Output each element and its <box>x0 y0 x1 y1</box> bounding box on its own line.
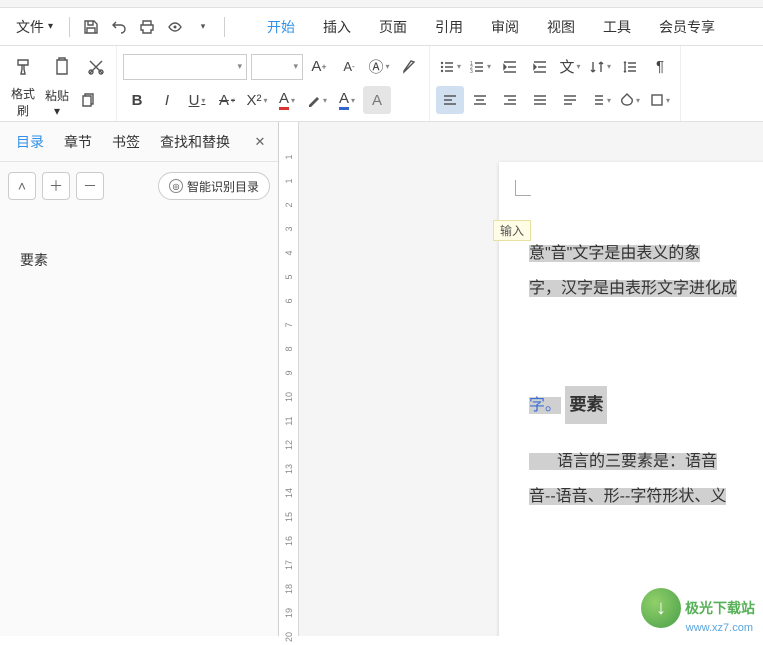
vertical-ruler: 11234567891011121314151617181920 <box>279 122 299 636</box>
paragraph-mark-icon[interactable]: ¶ <box>646 53 674 81</box>
tab-review[interactable]: 审阅 <box>477 9 533 45</box>
copy-icon[interactable] <box>74 87 102 115</box>
paste-label: 粘贴▾ <box>42 87 72 118</box>
tab-member[interactable]: 会员专享 <box>645 9 729 45</box>
text-span: 语言的三要素是：语音 <box>529 453 717 470</box>
font-family-select[interactable]: ▾ <box>123 54 247 80</box>
distribute-icon[interactable] <box>556 86 584 114</box>
increase-font-icon[interactable]: A+ <box>305 53 333 81</box>
heading: 要素 <box>565 386 607 423</box>
remove-icon[interactable]: － <box>76 172 104 200</box>
watermark-url: www.xz7.com <box>686 622 753 634</box>
page-corner-mark <box>515 180 531 196</box>
cut-icon[interactable] <box>82 53 110 81</box>
preview-icon[interactable] <box>162 14 188 40</box>
tab-tools[interactable]: 工具 <box>589 9 645 45</box>
text-direction-icon[interactable]: 文▾ <box>556 53 584 81</box>
superscript-icon[interactable]: X²▾ <box>243 86 271 114</box>
chevron-down-icon[interactable]: ▾ <box>190 14 216 40</box>
sidebar-tab-bookmark[interactable]: 书签 <box>102 126 150 158</box>
undo-icon[interactable] <box>106 14 132 40</box>
format-painter-label: 格式刷 <box>6 85 40 119</box>
clear-format-icon[interactable] <box>395 53 423 81</box>
align-left-icon[interactable] <box>436 86 464 114</box>
borders-icon[interactable]: ▾ <box>646 86 674 114</box>
target-icon: ◎ <box>169 179 183 193</box>
smart-recognize-label: 智能识别目录 <box>187 178 259 195</box>
document-page: 输入 意"音"文字是由表义的象 字，汉字是由表形文字进化成 字。 要素 语言的三… <box>499 162 763 636</box>
numbering-icon[interactable]: 123▾ <box>466 53 494 81</box>
separator <box>224 17 225 37</box>
svg-text:3: 3 <box>470 69 473 75</box>
text-span: 字。 <box>529 397 561 414</box>
font-box-icon[interactable]: A <box>363 86 391 114</box>
strikethrough-icon[interactable]: A▾ <box>213 86 241 114</box>
outline-item[interactable]: 要素 <box>20 250 258 270</box>
sidebar-tab-outline[interactable]: 目录 <box>6 126 54 158</box>
bullets-icon[interactable]: ▾ <box>436 53 464 81</box>
line-spacing-icon[interactable] <box>616 53 644 81</box>
highlight-icon[interactable]: ▾ <box>303 86 331 114</box>
tab-page[interactable]: 页面 <box>365 9 421 45</box>
align-center-icon[interactable] <box>466 86 494 114</box>
underline-icon[interactable]: U▾ <box>183 86 211 114</box>
line-height-icon[interactable]: ▾ <box>586 86 614 114</box>
sidebar-tab-find[interactable]: 查找和替换 <box>150 126 240 158</box>
tab-insert[interactable]: 插入 <box>309 9 365 45</box>
shading-icon[interactable]: ▾ <box>616 86 644 114</box>
text-color-icon[interactable]: A▾ <box>333 86 361 114</box>
font-size-select[interactable]: ▾ <box>251 54 303 80</box>
indent-icon[interactable] <box>526 53 554 81</box>
font-color-icon[interactable]: A▾ <box>273 86 301 114</box>
tab-reference[interactable]: 引用 <box>421 9 477 45</box>
change-case-icon[interactable]: Ⓐ▾ <box>365 53 393 81</box>
tab-start[interactable]: 开始 <box>253 9 309 45</box>
add-icon[interactable]: ＋ <box>42 172 70 200</box>
collapse-icon[interactable]: ˄ <box>8 172 36 200</box>
smart-recognize-button[interactable]: ◎ 智能识别目录 <box>158 172 270 200</box>
align-justify-icon[interactable] <box>526 86 554 114</box>
chevron-down-icon: ▾ <box>48 21 53 32</box>
document-body[interactable]: 意"音"文字是由表义的象 字，汉字是由表形文字进化成 字。 要素 语言的三要素是… <box>529 236 763 514</box>
ime-hint: 输入 <box>493 220 531 241</box>
italic-icon[interactable]: I <box>153 86 181 114</box>
print-icon[interactable] <box>134 14 160 40</box>
bold-icon[interactable]: B <box>123 86 151 114</box>
sort-icon[interactable]: ▾ <box>586 53 614 81</box>
tab-view[interactable]: 视图 <box>533 9 589 45</box>
close-icon[interactable]: ✕ <box>248 130 272 154</box>
outdent-icon[interactable] <box>496 53 524 81</box>
text-span: 意"音"文字是由表义的象 <box>529 245 700 262</box>
sidebar-tab-chapter[interactable]: 章节 <box>54 126 102 158</box>
save-icon[interactable] <box>78 14 104 40</box>
align-right-icon[interactable] <box>496 86 524 114</box>
text-span: 字，汉字是由表形文字进化成 <box>529 280 737 297</box>
text-span: 音--语音、形--字符形状、义 <box>529 488 726 505</box>
decrease-font-icon[interactable]: A- <box>335 53 363 81</box>
